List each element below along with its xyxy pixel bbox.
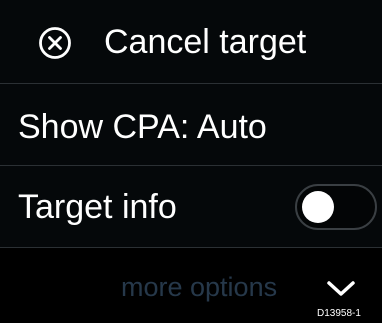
show-cpa-menu-item[interactable]: Show CPA: Auto — [0, 84, 382, 166]
target-info-menu-item[interactable]: Target info — [0, 166, 382, 248]
cancel-circle-icon — [39, 27, 71, 59]
chevron-down-icon[interactable] — [325, 278, 357, 298]
figure-code: D13958-1 — [317, 308, 361, 319]
target-info-label: Target info — [18, 188, 177, 226]
toggle-knob — [302, 191, 334, 223]
more-options-label: more options — [121, 272, 278, 302]
target-info-toggle[interactable] — [295, 184, 377, 230]
cancel-target-menu-item[interactable]: Cancel target — [0, 0, 382, 84]
target-context-menu: Cancel target Show CPA: Auto Target info… — [0, 0, 382, 323]
show-cpa-label: Show CPA: Auto — [18, 108, 267, 146]
cancel-target-label: Cancel target — [104, 23, 307, 61]
